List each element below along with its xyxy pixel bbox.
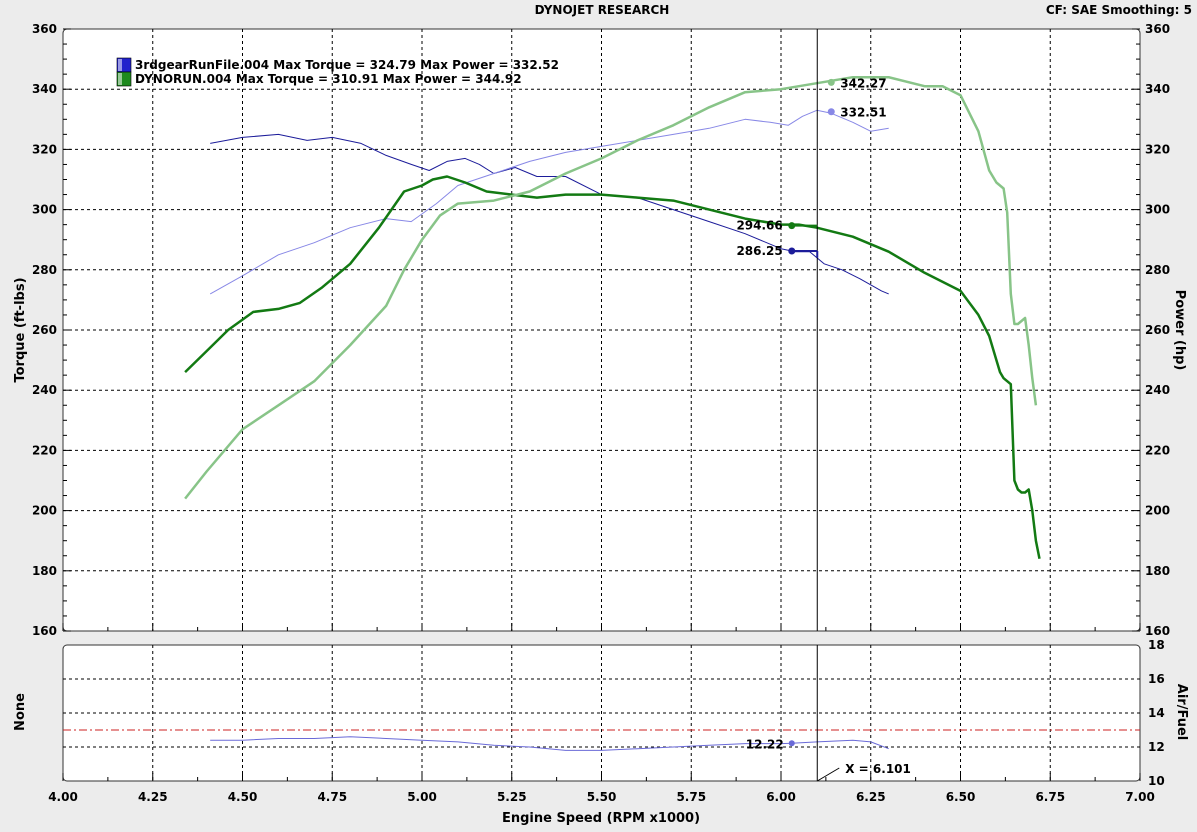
annotation-marker	[827, 78, 835, 86]
data-label: 332.51	[840, 106, 886, 120]
y-tick-label: 200	[32, 504, 57, 518]
y2-tick-label: 240	[1145, 383, 1170, 397]
y2-tick-label: 12	[1148, 740, 1165, 754]
annotation-marker	[827, 108, 835, 116]
correction-factor-info: CF: SAE Smoothing: 5	[1046, 3, 1192, 17]
y2-tick-label: 18	[1148, 638, 1165, 652]
x-tick-label: 6.75	[1035, 790, 1065, 804]
x-axis-label: Engine Speed (RPM x1000)	[502, 811, 700, 826]
y2-tick-label: 160	[1145, 624, 1170, 638]
y2-tick-label: 180	[1145, 564, 1170, 578]
y2-tick-label: 260	[1145, 323, 1170, 337]
data-label: 294.66	[736, 219, 782, 233]
y-tick-label: 280	[32, 263, 57, 277]
data-label: 12.22	[746, 737, 784, 751]
legend-swatch-highlight	[118, 73, 122, 85]
chart-title: DYNOJET RESEARCH	[535, 3, 670, 17]
air-fuel-left-axis-label: None	[13, 693, 28, 731]
y2-tick-label: 360	[1145, 22, 1170, 36]
y-tick-label: 360	[32, 22, 57, 36]
y2-tick-label: 16	[1148, 672, 1165, 686]
legend: 3rdgearRunFile.004 Max Torque = 324.79 M…	[116, 57, 559, 87]
y2-tick-label: 280	[1145, 263, 1170, 277]
legend-label: 3rdgearRunFile.004 Max Torque = 324.79 M…	[135, 58, 559, 72]
y-tick-label: 180	[32, 564, 57, 578]
annotation-marker	[788, 740, 795, 747]
x-tick-label: 4.75	[317, 790, 347, 804]
y-tick-label: 220	[32, 443, 57, 457]
y2-tick-label: 10	[1148, 774, 1165, 788]
x-tick-label: 4.00	[48, 790, 78, 804]
y2-tick-label: 220	[1145, 443, 1170, 457]
x-tick-label: 4.25	[138, 790, 168, 804]
y2-tick-label: 200	[1145, 504, 1170, 518]
x-tick-label: 6.50	[946, 790, 976, 804]
legend-swatch-highlight	[118, 59, 122, 71]
y-tick-label: 160	[32, 624, 57, 638]
x-tick-label: 5.00	[407, 790, 437, 804]
x-tick-label: 5.75	[676, 790, 706, 804]
y2-tick-label: 300	[1145, 203, 1170, 217]
air-fuel-plot: 10 12 14 16 18 4.00 4.25 4.50 4.75 5.00 5.25 5.50 5.…	[48, 638, 1165, 804]
y-tick-label: 260	[32, 323, 57, 337]
x-tick-label: 6.25	[856, 790, 886, 804]
y2-tick-label: 14	[1148, 706, 1165, 720]
x-tick-label: 5.25	[497, 790, 527, 804]
y2-tick-label: 320	[1145, 142, 1170, 156]
x-tick-label: 4.50	[228, 790, 258, 804]
dyno-chart: DYNOJET RESEARCH CF: SAE Smoothing: 5 16…	[0, 0, 1197, 832]
main-plot: 160 160 180 180 200 200 220 220 240 240 260 260 280 2…	[32, 22, 1170, 638]
x-tick-label: 5.50	[587, 790, 617, 804]
y-tick-label: 300	[32, 203, 57, 217]
air-fuel-right-axis-label: Air/Fuel	[1174, 684, 1189, 740]
x-tick-label: 7.00	[1125, 790, 1155, 804]
dyno-chart-window: DYNOJET RESEARCH CF: SAE Smoothing: 5 16…	[0, 0, 1197, 832]
data-label: 342.27	[840, 76, 886, 90]
cursor-readout: X = 6.101	[845, 762, 911, 776]
data-label: 286.25	[736, 244, 782, 258]
y-tick-label: 240	[32, 383, 57, 397]
y2-axis-label: Power (hp)	[1172, 290, 1187, 371]
legend-label: DYNORUN.004 Max Torque = 310.91 Max Powe…	[135, 72, 522, 86]
y-tick-label: 340	[32, 82, 57, 96]
y2-tick-label: 340	[1145, 82, 1170, 96]
y-tick-label: 320	[32, 142, 57, 156]
x-tick-label: 6.00	[766, 790, 796, 804]
y-axis-label: Torque (ft-lbs)	[13, 277, 28, 382]
